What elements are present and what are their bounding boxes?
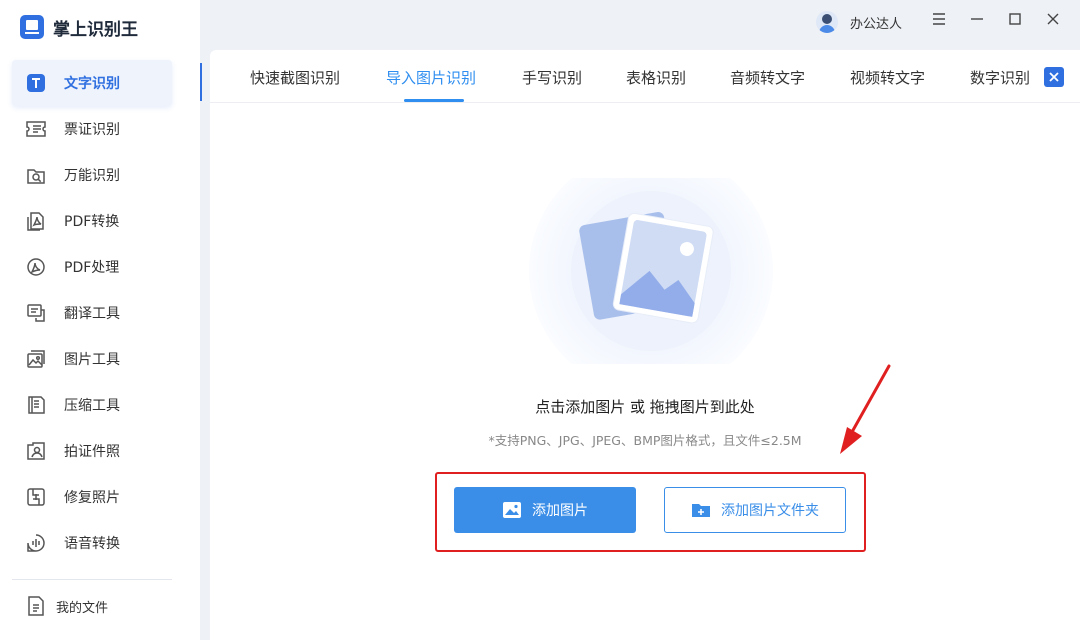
sidebar-item-label: 图片工具 (64, 352, 120, 368)
sidebar-item-label: 压缩工具 (64, 398, 120, 414)
close-icon (1048, 68, 1060, 87)
my-files-button[interactable]: 我的文件 (24, 592, 108, 620)
format-hint: *支持PNG、JPG、JPEG、BMP图片格式，且文件≤2.5M (488, 433, 802, 448)
tab-strip: 快速截图识别 导入图片识别 手写识别 表格识别 音频转文字 视频转文字 数字识别 (210, 50, 1036, 103)
sidebar-item-label: 万能识别 (64, 168, 120, 184)
avatar (816, 11, 838, 33)
sidebar-item-label: 拍证件照 (64, 444, 120, 460)
folder-icon (691, 500, 711, 520)
sidebar-item-label: 修复照片 (64, 490, 120, 506)
maximize-icon (1007, 11, 1023, 31)
add-folder-label: 添加图片文件夹 (721, 503, 819, 519)
user-account[interactable]: 办公达人 (816, 9, 902, 35)
sidebar-item-pdf-convert[interactable]: PDF转换 (12, 198, 172, 244)
sidebar-item-image-tool[interactable]: 图片工具 (12, 336, 172, 382)
main-panel: 快速截图识别 导入图片识别 手写识别 表格识别 音频转文字 视频转文字 数字识别 (210, 50, 1080, 640)
sidebar-item-ticket[interactable]: 票证识别 (12, 106, 172, 152)
app-logo-icon (20, 15, 44, 39)
upload-illustration (528, 149, 774, 393)
minimize-button[interactable] (966, 10, 988, 32)
add-folder-button[interactable]: 添加图片文件夹 (664, 487, 846, 533)
menu-button[interactable] (928, 10, 950, 32)
tab-handwriting[interactable]: 手写识别 (522, 67, 582, 88)
voice-convert-icon (24, 531, 48, 555)
sidebar-item-label: 文字识别 (64, 76, 120, 92)
image-icon (502, 500, 522, 520)
minimize-icon (969, 11, 985, 31)
sidebar-item-label: PDF转换 (64, 214, 120, 230)
sidebar-item-text-recognition[interactable]: 文字识别 (12, 60, 172, 106)
app-title: 掌上识别王 (53, 19, 138, 40)
sidebar-item-label: PDF处理 (64, 260, 120, 276)
photo-repair-icon (24, 485, 48, 509)
hamburger-menu-icon (931, 11, 947, 31)
close-icon (1045, 11, 1061, 31)
tab-video-to-text[interactable]: 视频转文字 (850, 67, 925, 88)
tab-audio-to-text[interactable]: 音频转文字 (730, 67, 805, 88)
my-files-label: 我的文件 (56, 600, 109, 616)
add-image-button[interactable]: 添加图片 (454, 487, 636, 533)
sidebar-item-translate[interactable]: 翻译工具 (12, 290, 172, 336)
universal-scan-icon (24, 163, 48, 187)
pdf-convert-icon (24, 209, 48, 233)
add-image-label: 添加图片 (532, 503, 588, 519)
upload-hint: 点击添加图片 或 拖拽图片到此处 (535, 398, 755, 416)
ticket-icon (24, 117, 48, 141)
app-logo: 掌上识别王 (20, 14, 138, 40)
image-tool-icon (24, 347, 48, 371)
tab-quick-screenshot[interactable]: 快速截图识别 (250, 67, 340, 88)
tab-bar: 快速截图识别 导入图片识别 手写识别 表格识别 音频转文字 视频转文字 数字识别 (210, 50, 1080, 103)
active-indicator (200, 63, 202, 101)
sidebar-item-voice-convert[interactable]: 语音转换 (12, 520, 172, 566)
tab-table[interactable]: 表格识别 (626, 67, 686, 88)
sidebar-item-pdf-process[interactable]: PDF处理 (12, 244, 172, 290)
pdf-process-icon (24, 255, 48, 279)
sidebar-item-universal[interactable]: 万能识别 (12, 152, 172, 198)
maximize-button[interactable] (1004, 10, 1026, 32)
sidebar-item-label: 翻译工具 (64, 306, 120, 322)
sidebar-divider (12, 579, 172, 580)
sidebar: 掌上识别王 文字识别 票证识别 万能识别 PDF转换 PDF处理 翻译工具 图片… (0, 0, 200, 640)
user-name: 办公达人 (850, 16, 903, 32)
sidebar-item-label: 票证识别 (64, 122, 120, 138)
sidebar-nav: 文字识别 票证识别 万能识别 PDF转换 PDF处理 翻译工具 图片工具 压缩工… (12, 60, 172, 566)
tab-close-button[interactable] (1044, 67, 1064, 87)
text-recognition-icon (24, 71, 48, 95)
tab-active-underline (404, 99, 464, 102)
tab-import-image[interactable]: 导入图片识别 (386, 67, 476, 88)
sidebar-item-id-photo[interactable]: 拍证件照 (12, 428, 172, 474)
tab-number[interactable]: 数字识别 (970, 67, 1030, 88)
sidebar-item-photo-repair[interactable]: 修复照片 (12, 474, 172, 520)
translate-icon (24, 301, 48, 325)
title-bar: 办公达人 (202, 0, 1080, 50)
compress-icon (24, 393, 48, 417)
close-button[interactable] (1042, 10, 1064, 32)
sidebar-item-label: 语音转换 (64, 536, 120, 552)
sidebar-item-compress[interactable]: 压缩工具 (12, 382, 172, 428)
id-photo-icon (24, 439, 48, 463)
my-files-icon (24, 594, 48, 618)
